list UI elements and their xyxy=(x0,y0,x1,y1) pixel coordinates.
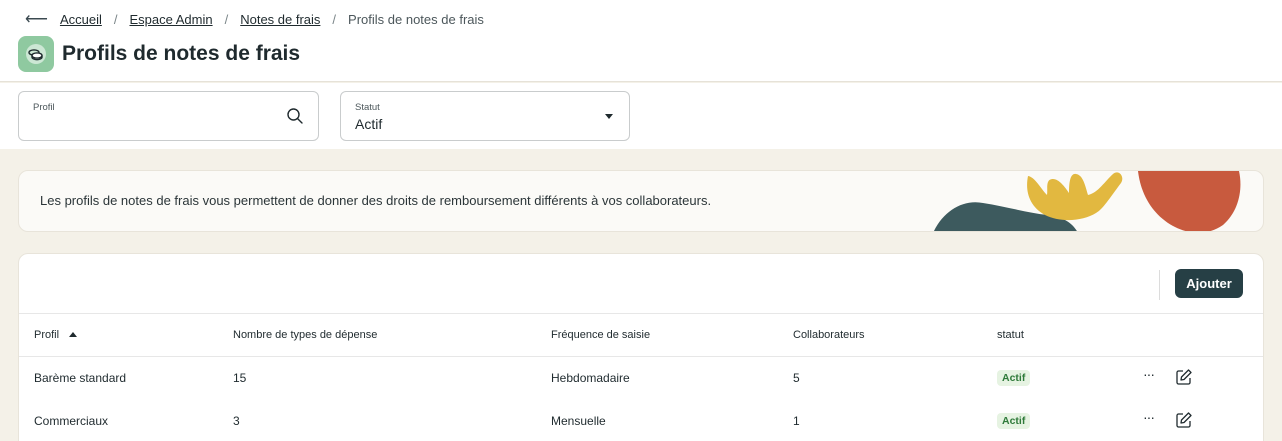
profiles-table-card: Ajouter Profil Nombre de types de dépens… xyxy=(18,253,1264,441)
page-title: Profils de notes de frais xyxy=(62,42,301,65)
cell-types: 3 xyxy=(233,414,240,428)
top-bar: ⟵ Accueil / Espace Admin / Notes de frai… xyxy=(0,0,1282,82)
sort-ascending-icon[interactable] xyxy=(69,331,78,337)
breadcrumb-link-espace-admin[interactable]: Espace Admin xyxy=(129,12,212,27)
status-selected-value: Actif xyxy=(355,116,383,132)
info-text: Les profils de notes de frais vous perme… xyxy=(40,193,712,208)
cell-types: 15 xyxy=(233,371,247,385)
column-header-collaborateurs: Collaborateurs xyxy=(793,329,865,341)
table-row[interactable]: Commerciaux 3 Mensuelle 1 Actif ··· xyxy=(19,400,1263,441)
breadcrumb-separator: / xyxy=(224,11,229,27)
table-header-row: Profil Nombre de types de dépense Fréque… xyxy=(19,313,1263,357)
edit-icon[interactable] xyxy=(1175,411,1193,429)
profile-field-label: Profil xyxy=(33,102,55,113)
breadcrumb-link-notes-de-frais[interactable]: Notes de frais xyxy=(240,12,320,27)
cell-collaborateurs: 5 xyxy=(793,371,800,385)
info-banner: Les profils de notes de frais vous perme… xyxy=(18,170,1264,232)
cell-frequence: Mensuelle xyxy=(551,414,606,428)
edit-icon[interactable] xyxy=(1175,368,1193,386)
more-options-icon[interactable]: ··· xyxy=(1143,409,1155,425)
cell-profil: Barème standard xyxy=(34,371,127,385)
more-options-icon[interactable]: ··· xyxy=(1143,366,1155,382)
coins-icon xyxy=(18,36,54,72)
cell-profil: Commerciaux xyxy=(34,414,109,428)
breadcrumb-separator: / xyxy=(332,11,337,27)
status-field-label: Statut xyxy=(355,102,380,113)
add-profile-button[interactable]: Ajouter xyxy=(1175,269,1243,298)
profile-search-field[interactable]: Profil xyxy=(18,91,319,141)
breadcrumb: ⟵ Accueil / Espace Admin / Notes de frai… xyxy=(25,9,484,29)
status-badge: Actif xyxy=(997,370,1031,386)
status-badge: Actif xyxy=(997,413,1031,429)
column-header-label: Profil xyxy=(34,329,60,341)
status-select[interactable]: Statut Actif xyxy=(340,91,630,141)
filters-bar: Profil Statut Actif xyxy=(0,83,1282,149)
column-header-types: Nombre de types de dépense xyxy=(233,329,378,341)
toolbar-divider xyxy=(1159,270,1160,300)
decorative-illustration xyxy=(934,171,1241,231)
caret-down-icon[interactable] xyxy=(605,114,613,119)
column-header-statut: statut xyxy=(997,329,1024,341)
title-row: Profils de notes de frais xyxy=(18,36,300,72)
breadcrumb-link-accueil[interactable]: Accueil xyxy=(60,12,102,27)
profile-search-input[interactable] xyxy=(33,116,273,132)
arrow-left-icon[interactable]: ⟵ xyxy=(25,9,48,29)
breadcrumb-current: Profils de notes de frais xyxy=(348,11,484,27)
column-header-frequence: Fréquence de saisie xyxy=(551,329,651,341)
column-header-profil[interactable]: Profil xyxy=(34,329,78,341)
cell-collaborateurs: 1 xyxy=(793,414,800,428)
table-row[interactable]: Barème standard 15 Hebdomadaire 5 Actif … xyxy=(19,357,1263,400)
cell-frequence: Hebdomadaire xyxy=(551,371,630,385)
breadcrumb-separator: / xyxy=(113,11,118,27)
search-icon[interactable] xyxy=(286,107,304,125)
